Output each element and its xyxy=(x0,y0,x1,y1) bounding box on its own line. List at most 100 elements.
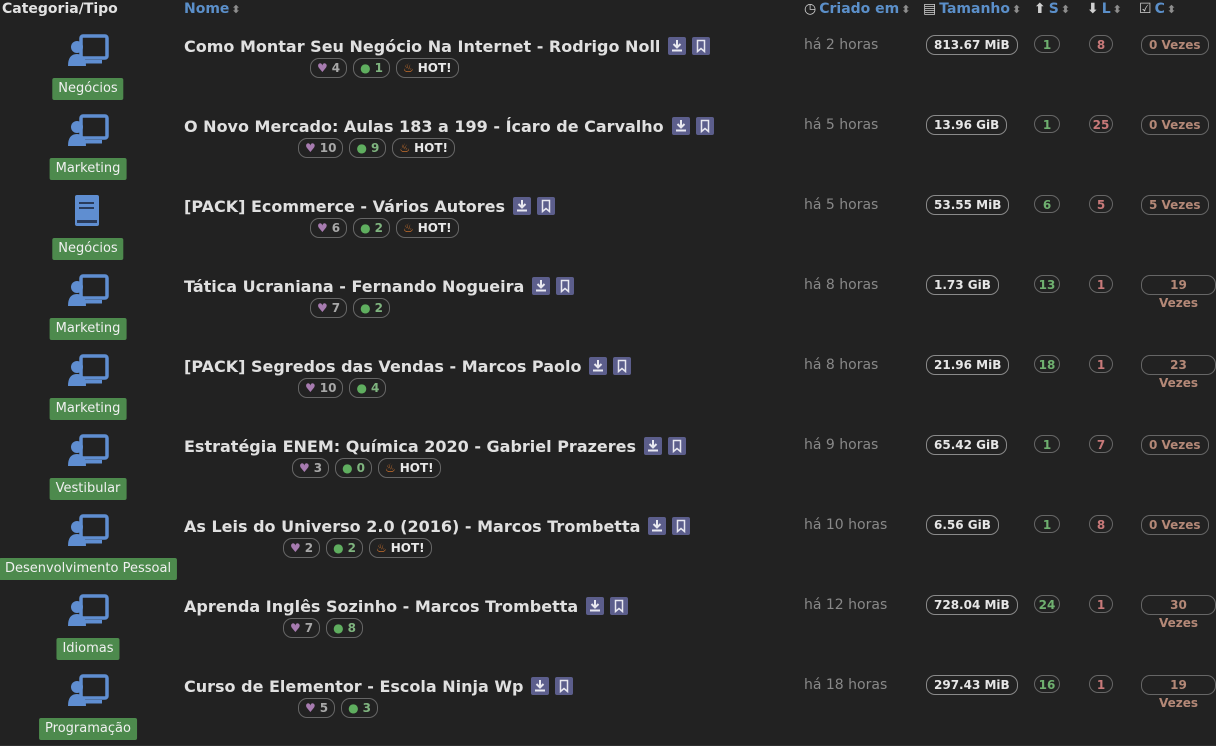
bookmark-icon[interactable] xyxy=(695,117,714,135)
leechers-badge: 8 xyxy=(1089,35,1113,53)
monitor-user-icon[interactable] xyxy=(67,674,109,708)
download-icon[interactable] xyxy=(531,677,550,695)
meta-badges: ♥ 4 ● 1 ♨ HOT! xyxy=(310,58,465,78)
comment-icon: ● xyxy=(360,221,371,235)
meta-badges: ♥ 10 ● 4 xyxy=(298,378,392,398)
header-seeders-label: S xyxy=(1048,1,1059,17)
hot-label: HOT! xyxy=(417,61,452,75)
bookmark-icon[interactable] xyxy=(556,277,575,295)
fire-icon: ♨ xyxy=(402,61,414,75)
heart-icon: ♥ xyxy=(317,221,328,235)
monitor-user-icon[interactable] xyxy=(67,434,109,468)
download-icon[interactable] xyxy=(532,277,551,295)
sort-icon: ⬍ xyxy=(231,3,241,16)
download-icon[interactable] xyxy=(589,357,608,375)
monitor-user-icon[interactable] xyxy=(67,274,109,308)
category-badge[interactable]: Idiomas xyxy=(56,638,120,660)
likes-count: 7 xyxy=(331,301,341,315)
meta-badges: ♥ 3 ● 0 ♨ HOT! xyxy=(292,458,447,478)
leechers-badge: 1 xyxy=(1089,595,1113,613)
category-badge[interactable]: Programação xyxy=(39,718,137,740)
download-icon[interactable] xyxy=(648,517,667,535)
leechers-badge: 5 xyxy=(1089,195,1113,213)
monitor-user-icon[interactable] xyxy=(67,594,109,628)
download-icon[interactable] xyxy=(671,117,690,135)
comments-badge: ● 8 xyxy=(326,618,363,638)
torrent-title-link[interactable]: Aprenda Inglês Sozinho - Marcos Trombett… xyxy=(184,597,578,616)
created-time: há 12 horas xyxy=(804,597,888,613)
monitor-user-icon[interactable] xyxy=(67,354,109,388)
likes-badge: ♥ 4 xyxy=(310,58,348,78)
completed-badge: 5 Vezes xyxy=(1141,195,1209,215)
seeders-badge: 1 xyxy=(1034,115,1060,133)
title-line: Estratégia ENEM: Química 2020 - Gabriel … xyxy=(184,435,687,457)
download-icon[interactable] xyxy=(668,37,687,55)
torrent-title-link[interactable]: O Novo Mercado: Aulas 183 a 199 - Ícaro … xyxy=(184,117,664,136)
header-completed-sort[interactable]: ☑ C ⬍ xyxy=(1139,1,1176,17)
bookmark-icon[interactable] xyxy=(555,677,574,695)
torrent-title-link[interactable]: Estratégia ENEM: Química 2020 - Gabriel … xyxy=(184,437,636,456)
bookmark-icon[interactable] xyxy=(692,37,711,55)
arrow-up-circle-icon: ⬆ xyxy=(1034,1,1046,17)
torrent-title-link[interactable]: Curso de Elementor - Escola Ninja Wp xyxy=(184,677,523,696)
book-icon[interactable] xyxy=(67,194,109,228)
created-time: há 5 horas xyxy=(804,117,879,133)
monitor-user-icon[interactable] xyxy=(67,114,109,148)
title-line: [PACK] Segredos das Vendas - Marcos Paol… xyxy=(184,355,632,377)
bookmark-icon[interactable] xyxy=(613,357,632,375)
download-icon[interactable] xyxy=(586,597,605,615)
category-badge[interactable]: Negócios xyxy=(52,78,124,100)
header-name-sort[interactable]: Nome ⬍ xyxy=(184,1,241,17)
bookmark-icon[interactable] xyxy=(672,517,691,535)
comments-count: 0 xyxy=(356,461,365,475)
torrent-title-link[interactable]: Tática Ucraniana - Fernando Nogueira xyxy=(184,277,524,296)
completed-badge: 0 Vezes xyxy=(1141,435,1209,455)
comments-badge: ● 2 xyxy=(326,538,363,558)
comment-icon: ● xyxy=(356,381,367,395)
header-size-sort[interactable]: ▤ Tamanho ⬍ xyxy=(923,1,1021,17)
seeders-badge: 13 xyxy=(1034,275,1060,293)
comments-count: 2 xyxy=(347,541,356,555)
category-badge[interactable]: Marketing xyxy=(49,158,127,180)
table-row: Marketing Tática Ucraniana - Fernando Nog… xyxy=(0,265,1216,346)
header-seeders-sort[interactable]: ⬆ S ⬍ xyxy=(1034,1,1070,17)
category-badge[interactable]: Vestibular xyxy=(49,478,127,500)
torrent-title-link[interactable]: [PACK] Segredos das Vendas - Marcos Paol… xyxy=(184,357,581,376)
bookmark-icon[interactable] xyxy=(537,197,556,215)
header-created-sort[interactable]: ◷ Criado em ⬍ xyxy=(804,1,910,17)
title-line: As Leis do Universo 2.0 (2016) - Marcos … xyxy=(184,515,691,537)
comments-count: 2 xyxy=(374,301,383,315)
download-icon[interactable] xyxy=(513,197,532,215)
created-time: há 8 horas xyxy=(804,277,879,293)
category-badge[interactable]: Negócios xyxy=(52,238,124,260)
likes-badge: ♥ 5 xyxy=(298,698,336,718)
meta-badges: ♥ 2 ● 2 ♨ HOT! xyxy=(283,538,438,558)
category-badge[interactable]: Desenvolvimento Pessoal xyxy=(0,558,178,580)
torrent-title-link[interactable]: Como Montar Seu Negócio Na Internet - Ro… xyxy=(184,37,660,56)
size-badge: 813.67 MiB xyxy=(926,35,1018,55)
hot-badge: ♨ HOT! xyxy=(368,538,432,558)
bookmark-icon[interactable] xyxy=(668,437,687,455)
header-leechers-sort[interactable]: ⬇ L ⬍ xyxy=(1087,1,1122,17)
monitor-user-icon[interactable] xyxy=(67,34,109,68)
comments-badge: ● 2 xyxy=(353,218,390,238)
torrent-title-link[interactable]: As Leis do Universo 2.0 (2016) - Marcos … xyxy=(184,517,640,536)
title-line: Tática Ucraniana - Fernando Nogueira xyxy=(184,275,575,297)
torrent-title-link[interactable]: [PACK] Ecommerce - Vários Autores xyxy=(184,197,505,216)
fire-icon: ♨ xyxy=(375,541,387,555)
header-leechers-label: L xyxy=(1101,1,1111,17)
likes-count: 10 xyxy=(319,141,337,155)
completed-badge: 0 Vezes xyxy=(1141,515,1209,535)
bookmark-icon[interactable] xyxy=(610,597,629,615)
leechers-badge: 1 xyxy=(1089,355,1113,373)
seeders-badge: 18 xyxy=(1034,355,1060,373)
completed-badge: 30 Vezes xyxy=(1141,595,1216,630)
download-icon[interactable] xyxy=(644,437,663,455)
category-badge[interactable]: Marketing xyxy=(49,398,127,420)
comment-icon: ● xyxy=(360,61,371,75)
category-badge[interactable]: Marketing xyxy=(49,318,127,340)
monitor-user-icon[interactable] xyxy=(67,514,109,548)
title-line: O Novo Mercado: Aulas 183 a 199 - Ícaro … xyxy=(184,115,714,137)
sort-icon: ⬍ xyxy=(1112,3,1122,16)
table-row: Marketing [PACK] Segredos das Vendas - Ma… xyxy=(0,345,1216,426)
